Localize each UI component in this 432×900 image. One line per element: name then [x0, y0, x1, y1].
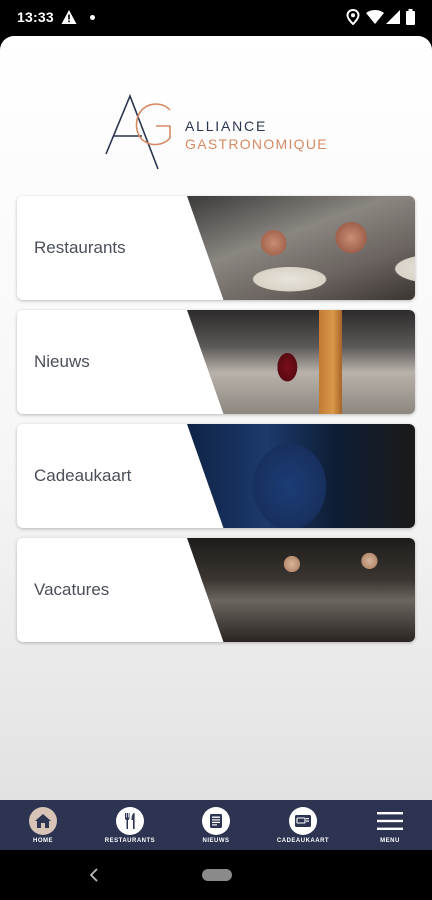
battery-icon: [406, 9, 415, 25]
nav-label: RESTAURANTS: [104, 838, 156, 844]
card-label: Restaurants: [34, 238, 126, 257]
giftcard-icon: [289, 807, 317, 835]
nieuws-photo: [187, 310, 415, 414]
app-screen: ALLIANCE GASTRONOMIQUE Restaurants Nieuw…: [0, 36, 432, 800]
card-label: Cadeaukaart: [34, 466, 132, 485]
bottom-navigation: HOME RESTAURANTS NIEUWS CADEAUKAART MENU: [0, 800, 432, 850]
back-icon[interactable]: [88, 867, 100, 883]
restaurants-photo: [187, 196, 415, 300]
home-pill[interactable]: [202, 869, 232, 881]
newspaper-icon: [202, 807, 230, 835]
ag-monogram-icon: [105, 94, 171, 170]
card-label: Nieuws: [34, 352, 90, 371]
status-time: 13:33: [17, 9, 54, 25]
alliance-gastronomique-logo: ALLIANCE GASTRONOMIQUE: [104, 94, 344, 174]
wifi-icon: [366, 10, 384, 24]
nav-label: HOME: [33, 838, 53, 844]
logo-text-gastronomique: GASTRONOMIQUE: [185, 136, 328, 152]
nav-label: NIEUWS: [202, 838, 230, 844]
logo-text-alliance: ALLIANCE: [185, 118, 268, 134]
nav-restaurants[interactable]: RESTAURANTS: [92, 800, 168, 850]
signal-icon: [386, 10, 400, 24]
nav-nieuws[interactable]: NIEUWS: [178, 800, 254, 850]
nieuws-card[interactable]: Nieuws: [17, 310, 415, 414]
system-navigation-bar: [0, 850, 432, 900]
location-icon: [346, 9, 360, 25]
nav-menu[interactable]: MENU: [352, 800, 428, 850]
status-bar: 13:33: [0, 0, 432, 36]
card-label: Vacatures: [34, 580, 110, 599]
nav-home[interactable]: HOME: [5, 800, 81, 850]
hamburger-icon: [376, 807, 404, 835]
nav-label: MENU: [380, 838, 400, 844]
notification-dot: [90, 15, 95, 20]
warning-icon: [61, 10, 77, 24]
home-icon: [29, 807, 57, 835]
cadeaukaart-photo: [187, 424, 415, 528]
nav-label: CADEAUKAART: [276, 838, 330, 844]
restaurants-card[interactable]: Restaurants: [17, 196, 415, 300]
nav-cadeaukaart[interactable]: CADEAUKAART: [265, 800, 341, 850]
cadeaukaart-card[interactable]: Cadeaukaart: [17, 424, 415, 528]
cutlery-icon: [116, 807, 144, 835]
vacatures-card[interactable]: Vacatures: [17, 538, 415, 642]
vacatures-photo: [187, 538, 415, 642]
